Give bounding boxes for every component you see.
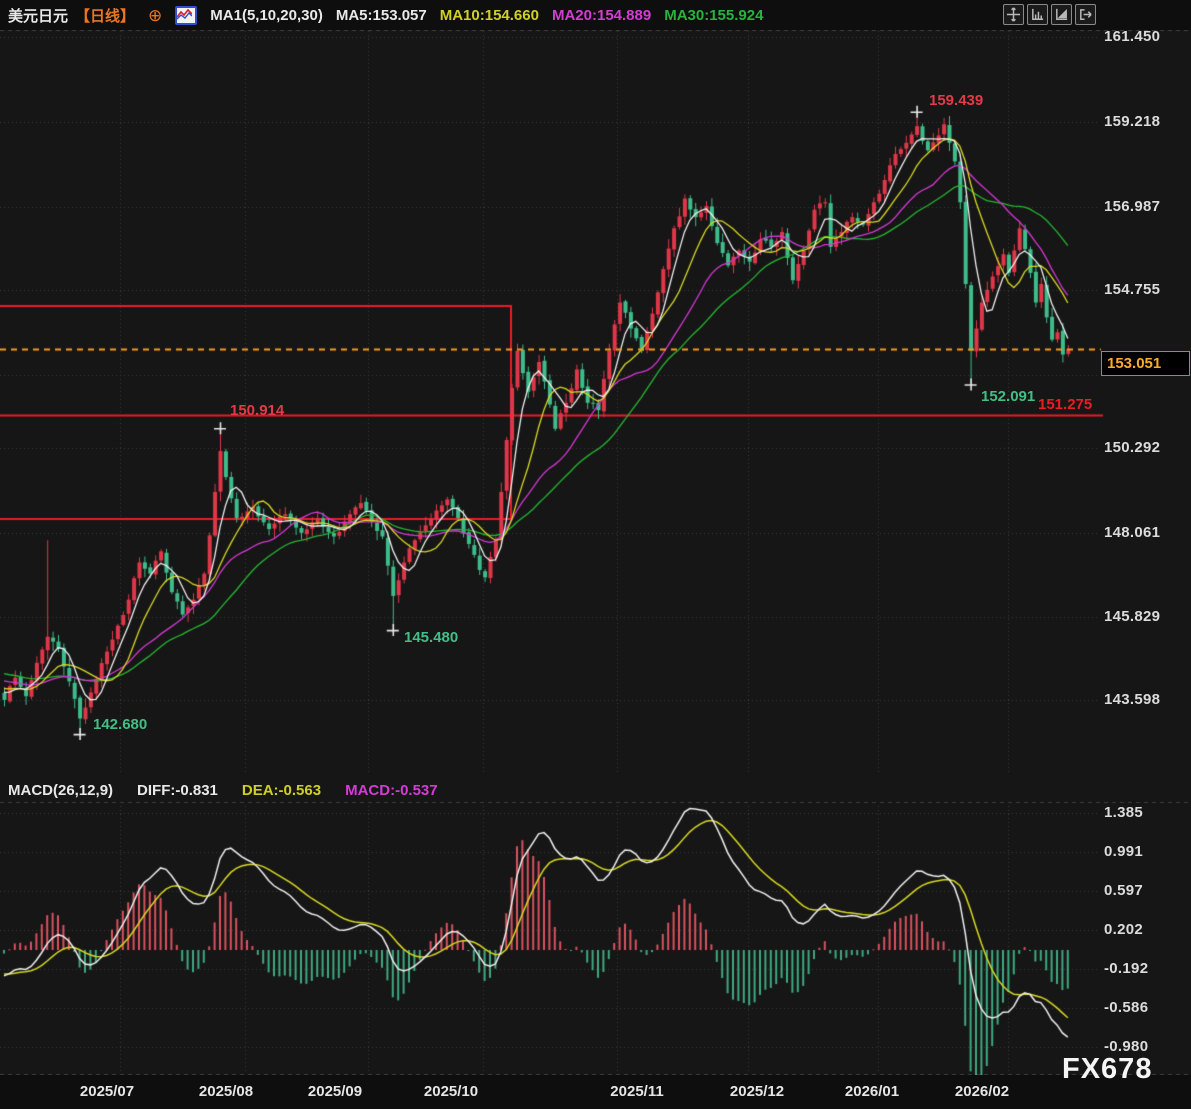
macd-axis-tick: 0.202 xyxy=(1104,921,1190,938)
crosshair-move-icon[interactable] xyxy=(1003,4,1024,25)
time-axis[interactable]: 2025/07 2025/08 2025/09 2025/10 2025/11 2025/… xyxy=(0,1075,1191,1109)
macd-axis-tick: 0.991 xyxy=(1104,843,1190,860)
chart-canvas[interactable] xyxy=(0,0,1191,1109)
macd-params-label: MACD(26,12,9) xyxy=(8,782,113,799)
ma10-value: MA10:154.660 xyxy=(440,7,539,24)
time-axis-label: 2025/08 xyxy=(199,1083,253,1100)
macd-diff-value: DIFF:-0.831 xyxy=(137,782,218,799)
ma-group-label: MA1(5,10,20,30) xyxy=(210,7,323,24)
chart-toolbar xyxy=(1003,4,1096,25)
macd-axis-tick: -0.586 xyxy=(1104,999,1190,1016)
time-axis-label: 2026/02 xyxy=(955,1083,1009,1100)
fx678-watermark: FX678 xyxy=(1062,1053,1152,1086)
time-axis-label: 2025/12 xyxy=(730,1083,784,1100)
price-axis-tick: 159.218 xyxy=(1104,113,1190,130)
ma5-value: MA5:153.057 xyxy=(336,7,427,24)
extreme-price-label: 152.091 xyxy=(981,388,1035,405)
macd-legend: MACD(26,12,9) DIFF:-0.831 DEA:-0.563 MAC… xyxy=(8,782,438,799)
support-level-label: 151.275 xyxy=(1038,396,1092,413)
time-axis-label: 2025/09 xyxy=(308,1083,362,1100)
price-axis-tick: 154.755 xyxy=(1104,281,1190,298)
time-axis-label: 2025/07 xyxy=(80,1083,134,1100)
price-axis-tick: 148.061 xyxy=(1104,524,1190,541)
macd-axis-tick: -0.192 xyxy=(1104,960,1190,977)
current-price-tag: 153.051 xyxy=(1101,351,1190,376)
extreme-price-label: 145.480 xyxy=(404,629,458,646)
axis-scale-icon[interactable] xyxy=(1027,4,1048,25)
macd-axis-tick: 0.597 xyxy=(1104,882,1190,899)
time-axis-label: 2025/10 xyxy=(424,1083,478,1100)
chart-app-window: 美元日元 【日线】 ⊕ MA1(5,10,20,30) MA5:153.057 … xyxy=(0,0,1191,1109)
time-axis-label: 2025/11 xyxy=(610,1083,663,1100)
exit-right-icon[interactable] xyxy=(1075,4,1096,25)
ma30-value: MA30:155.924 xyxy=(664,7,763,24)
macd-dea-value: DEA:-0.563 xyxy=(242,782,321,799)
price-axis-tick: 156.987 xyxy=(1104,198,1190,215)
circle-plus-icon[interactable]: ⊕ xyxy=(148,7,162,24)
extreme-price-label: 159.439 xyxy=(929,92,983,109)
ma20-value: MA20:154.889 xyxy=(552,7,651,24)
extreme-price-label: 150.914 xyxy=(230,402,284,419)
macd-axis-tick: 1.385 xyxy=(1104,804,1190,821)
period-selector[interactable]: 【日线】 xyxy=(75,5,135,26)
time-axis-label: 2026/01 xyxy=(845,1083,899,1100)
kline-style-icon[interactable] xyxy=(175,6,197,25)
price-axis-tick: 161.450 xyxy=(1104,28,1190,45)
instrument-title: 美元日元 xyxy=(8,5,68,26)
axis-flag-icon[interactable] xyxy=(1051,4,1072,25)
extreme-price-label: 142.680 xyxy=(93,716,147,733)
price-axis-tick: 150.292 xyxy=(1104,439,1190,456)
price-axis-tick: 145.829 xyxy=(1104,608,1190,625)
macd-macd-value: MACD:-0.537 xyxy=(345,782,438,799)
price-axis-tick: 143.598 xyxy=(1104,691,1190,708)
